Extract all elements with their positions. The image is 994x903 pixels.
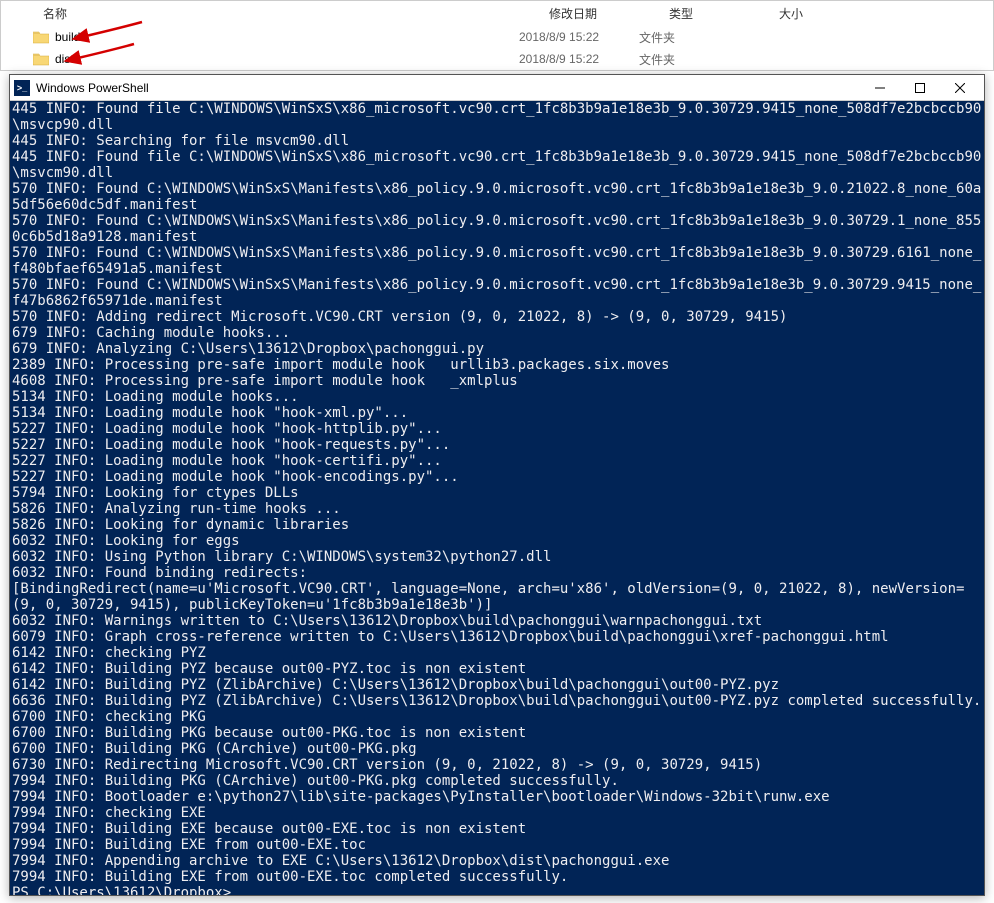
folder-name: build bbox=[55, 30, 80, 44]
terminal-line: 679 INFO: Analyzing C:\Users\13612\Dropb… bbox=[12, 341, 982, 357]
terminal-line: 5227 INFO: Loading module hook "hook-cer… bbox=[12, 453, 982, 469]
terminal-line: 5134 INFO: Loading module hook "hook-xml… bbox=[12, 405, 982, 421]
terminal-line: [BindingRedirect(name=u'Microsoft.VC90.C… bbox=[12, 581, 982, 613]
folder-name: dist bbox=[55, 52, 74, 66]
terminal-line: 5227 INFO: Loading module hook "hook-enc… bbox=[12, 469, 982, 485]
terminal-line: 679 INFO: Caching module hooks... bbox=[12, 325, 982, 341]
terminal-line: 5794 INFO: Looking for ctypes DLLs bbox=[12, 485, 982, 501]
terminal-line: 6730 INFO: Redirecting Microsoft.VC90.CR… bbox=[12, 757, 982, 773]
terminal-line: 5826 INFO: Looking for dynamic libraries bbox=[12, 517, 982, 533]
terminal-line: 6700 INFO: checking PKG bbox=[12, 709, 982, 725]
terminal-line: 6079 INFO: Graph cross-reference written… bbox=[12, 629, 982, 645]
window-title: Windows PowerShell bbox=[36, 81, 860, 95]
folder-row-build[interactable]: build 2018/8/9 15:22 文件夹 bbox=[1, 26, 993, 48]
terminal-line: 570 INFO: Found C:\WINDOWS\WinSxS\Manife… bbox=[12, 213, 982, 245]
col-header-name[interactable]: 名称 bbox=[9, 5, 549, 22]
terminal-line: 7994 INFO: checking EXE bbox=[12, 805, 982, 821]
terminal-line: 5227 INFO: Loading module hook "hook-htt… bbox=[12, 421, 982, 437]
file-explorer: 名称 修改日期 类型 大小 build 2018/8/9 15:22 文件夹 d… bbox=[0, 0, 994, 71]
terminal-line: 6700 INFO: Building PKG because out00-PK… bbox=[12, 725, 982, 741]
minimize-button[interactable] bbox=[860, 78, 900, 98]
terminal-line: 7994 INFO: Appending archive to EXE C:\U… bbox=[12, 853, 982, 869]
powershell-icon: >_ bbox=[14, 80, 30, 96]
terminal-line: 7994 INFO: Building PKG (CArchive) out00… bbox=[12, 773, 982, 789]
terminal-line: 7994 INFO: Building EXE from out00-EXE.t… bbox=[12, 837, 982, 853]
terminal-line: 5227 INFO: Loading module hook "hook-req… bbox=[12, 437, 982, 453]
terminal-line: 2389 INFO: Processing pre-safe import mo… bbox=[12, 357, 982, 373]
terminal-line: 7994 INFO: Building EXE from out00-EXE.t… bbox=[12, 869, 982, 885]
powershell-window: >_ Windows PowerShell 445 INFO: Found fi… bbox=[9, 74, 985, 896]
terminal-line: 5826 INFO: Analyzing run-time hooks ... bbox=[12, 501, 982, 517]
terminal-line: 6142 INFO: Building PYZ (ZlibArchive) C:… bbox=[12, 677, 982, 693]
col-header-type[interactable]: 类型 bbox=[669, 5, 779, 22]
terminal-line: 7994 INFO: Bootloader e:\python27\lib\si… bbox=[12, 789, 982, 805]
folder-date: 2018/8/9 15:22 bbox=[519, 30, 639, 44]
maximize-button[interactable] bbox=[900, 78, 940, 98]
explorer-column-headers: 名称 修改日期 类型 大小 bbox=[1, 1, 993, 26]
terminal-line: 570 INFO: Found C:\WINDOWS\WinSxS\Manife… bbox=[12, 245, 982, 277]
terminal-line: 6032 INFO: Found binding redirects: bbox=[12, 565, 982, 581]
terminal-line: 570 INFO: Adding redirect Microsoft.VC90… bbox=[12, 309, 982, 325]
folder-row-dist[interactable]: dist 2018/8/9 15:22 文件夹 bbox=[1, 48, 993, 70]
terminal-line: 445 INFO: Searching for file msvcm90.dll bbox=[12, 133, 982, 149]
terminal-line: 445 INFO: Found file C:\WINDOWS\WinSxS\x… bbox=[12, 149, 982, 181]
terminal-line: 6032 INFO: Warnings written to C:\Users\… bbox=[12, 613, 982, 629]
terminal-line: 6032 INFO: Looking for eggs bbox=[12, 533, 982, 549]
terminal-line: 445 INFO: Found file C:\WINDOWS\WinSxS\x… bbox=[12, 101, 982, 133]
col-header-size[interactable]: 大小 bbox=[779, 5, 859, 22]
terminal-line: 6700 INFO: Building PKG (CArchive) out00… bbox=[12, 741, 982, 757]
terminal-prompt: PS C:\Users\13612\Dropbox> bbox=[12, 885, 982, 895]
col-header-date[interactable]: 修改日期 bbox=[549, 5, 669, 22]
folder-date: 2018/8/9 15:22 bbox=[519, 52, 639, 66]
terminal-line: 5134 INFO: Loading module hooks... bbox=[12, 389, 982, 405]
terminal-line: 7994 INFO: Building EXE because out00-EX… bbox=[12, 821, 982, 837]
terminal-line: 6142 INFO: checking PYZ bbox=[12, 645, 982, 661]
terminal-line: 6142 INFO: Building PYZ because out00-PY… bbox=[12, 661, 982, 677]
terminal-line: 6032 INFO: Using Python library C:\WINDO… bbox=[12, 549, 982, 565]
terminal-line: 6636 INFO: Building PYZ (ZlibArchive) C:… bbox=[12, 693, 982, 709]
folder-type: 文件夹 bbox=[639, 29, 749, 46]
terminal-output[interactable]: 445 INFO: Found file C:\WINDOWS\WinSxS\x… bbox=[10, 101, 984, 895]
titlebar[interactable]: >_ Windows PowerShell bbox=[10, 75, 984, 101]
folder-icon bbox=[33, 52, 49, 66]
terminal-line: 570 INFO: Found C:\WINDOWS\WinSxS\Manife… bbox=[12, 181, 982, 213]
terminal-line: 570 INFO: Found C:\WINDOWS\WinSxS\Manife… bbox=[12, 277, 982, 309]
folder-type: 文件夹 bbox=[639, 51, 749, 68]
terminal-line: 4608 INFO: Processing pre-safe import mo… bbox=[12, 373, 982, 389]
folder-icon bbox=[33, 30, 49, 44]
close-button[interactable] bbox=[940, 78, 980, 98]
